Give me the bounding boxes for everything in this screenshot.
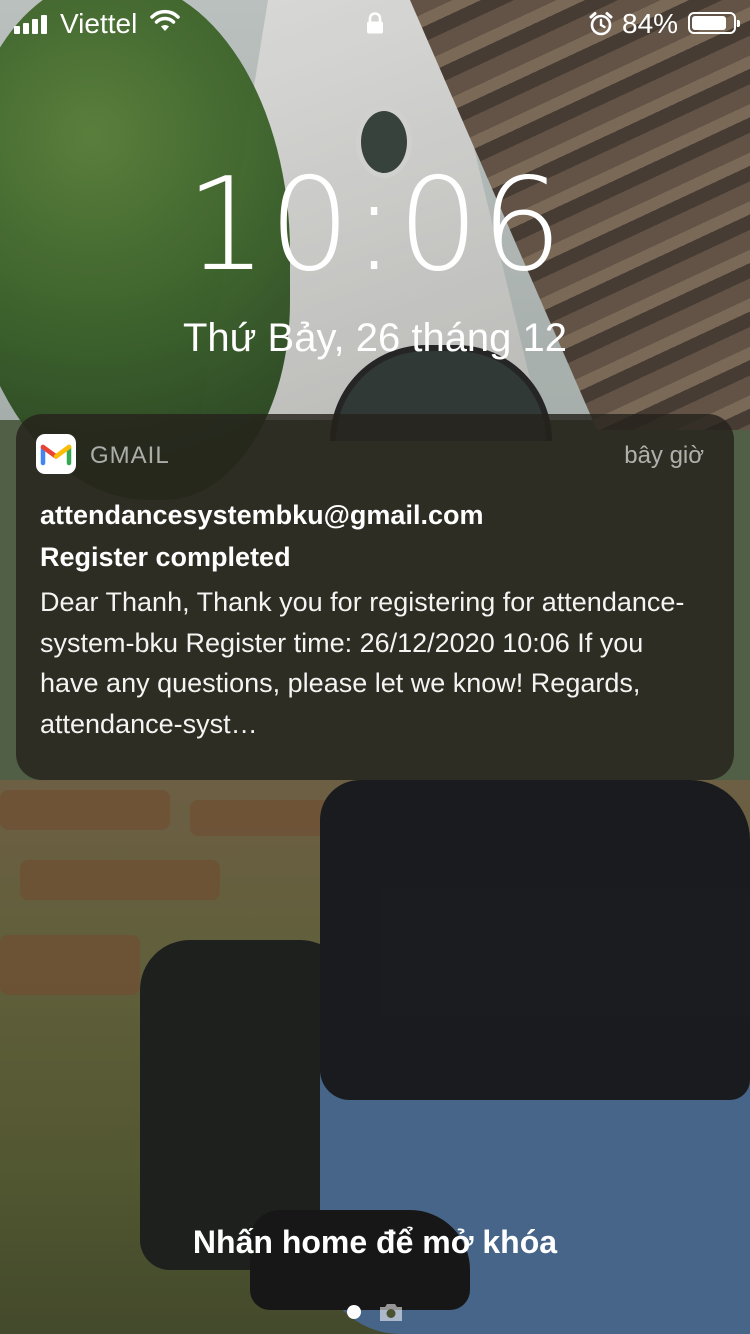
battery-nub: [737, 20, 740, 27]
camera-icon[interactable]: [378, 1301, 404, 1328]
notification-app-name: GMAIL: [90, 442, 170, 469]
notification-subject: Register completed: [40, 542, 291, 572]
notification-body: Dear Thanh, Thank you for registering fo…: [40, 587, 685, 739]
status-bar: Viettel 84%: [0, 0, 750, 48]
notification-sender: attendancesystembku@gmail.com: [40, 500, 484, 530]
battery-icon: [688, 12, 740, 34]
gmail-icon: [36, 434, 76, 474]
alarm-icon: [588, 11, 614, 42]
lock-icon: [366, 12, 384, 39]
gmail-notification[interactable]: GMAIL bây giờ attendancesystembku@gmail.…: [16, 414, 734, 780]
page-indicator-dot: [347, 1305, 361, 1319]
unlock-hint: Nhấn home để mở khóa: [192, 1224, 558, 1260]
battery-percentage: 84%: [622, 8, 679, 39]
notification-time: bây giờ: [624, 442, 704, 469]
lock-screen-clock: 10:06: [185, 151, 565, 300]
battery-fill: [692, 16, 726, 30]
carrier-name: Viettel: [60, 8, 138, 39]
lock-screen-date: Thứ Bảy, 26 tháng 12: [182, 316, 568, 360]
signal-icon: [14, 14, 47, 34]
wifi-icon: [150, 9, 180, 38]
